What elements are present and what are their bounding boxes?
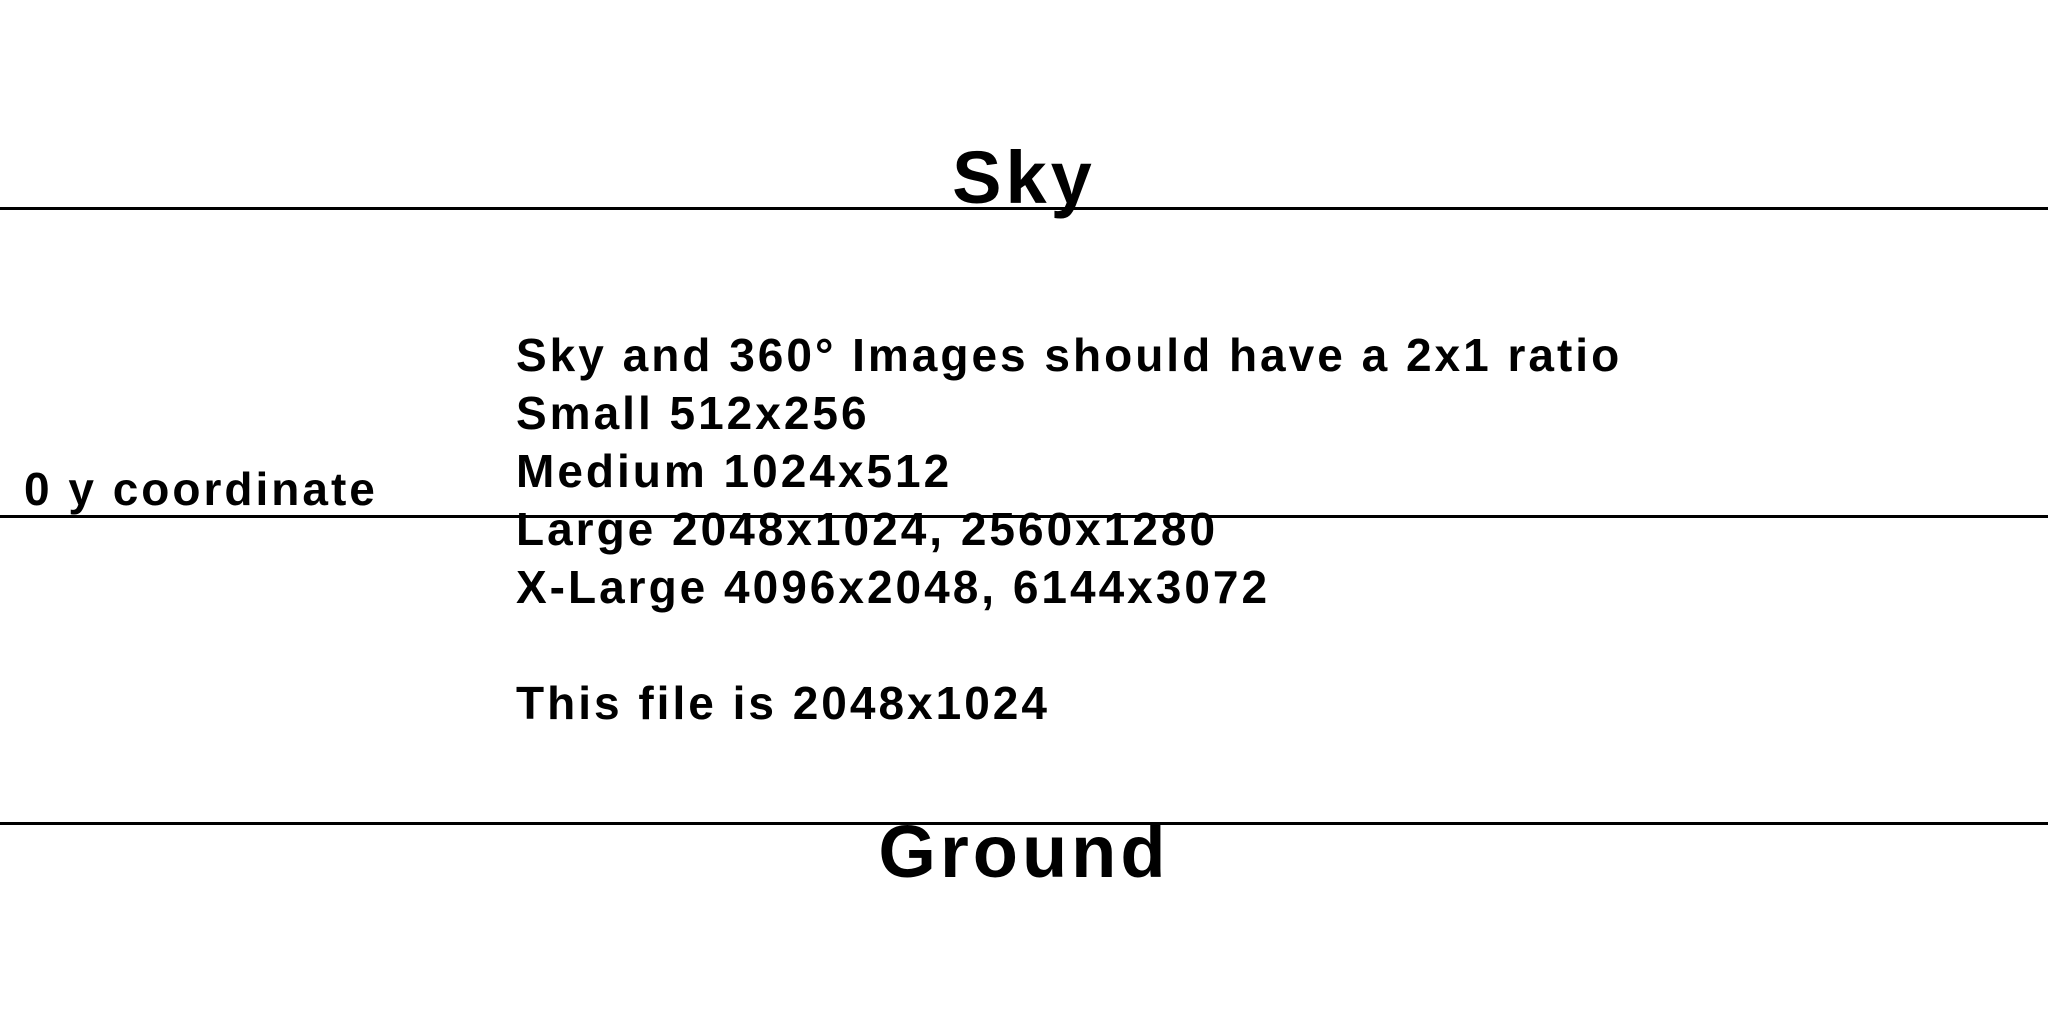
xlarge-size: X-Large 4096x2048, 6144x3072 xyxy=(516,561,1271,613)
large-size: Large 2048x1024, 2560x1280 xyxy=(516,503,1219,555)
ratio-note: Sky and 360° Images should have a 2x1 ra… xyxy=(516,329,1623,381)
file-size-note: This file is 2048x1024 xyxy=(516,677,1050,729)
ground-label: Ground xyxy=(878,810,1170,893)
zero-y-coordinate-label: 0 y coordinate xyxy=(24,463,378,515)
info-block: Sky and 360° Images should have a 2x1 ra… xyxy=(516,326,1622,732)
sky-label: Sky xyxy=(952,136,1096,219)
medium-size: Medium 1024x512 xyxy=(516,445,953,497)
small-size: Small 512x256 xyxy=(516,387,870,439)
